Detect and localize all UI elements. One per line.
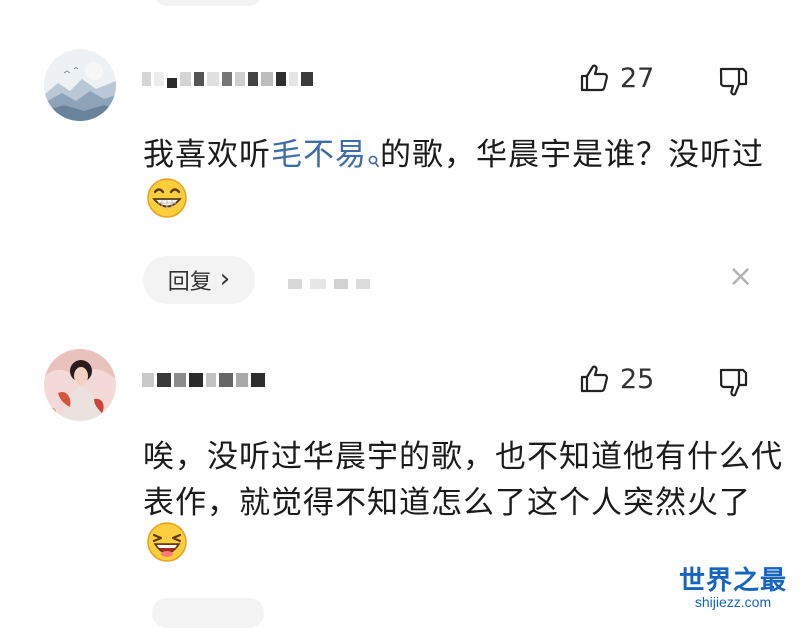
comment-text: 唉，没听过华晨宇的歌，也不知道他有什么代表作，就觉得不知道怎么了这个人突然火了 bbox=[143, 434, 783, 577]
thumbs-down-icon bbox=[719, 67, 748, 96]
watermark: 世界之最 shijiezz.com bbox=[678, 560, 788, 610]
like-button[interactable]: 27 bbox=[578, 62, 654, 94]
reply-meta-blurred bbox=[288, 279, 370, 289]
avatar[interactable] bbox=[44, 49, 116, 121]
reply-button[interactable]: 回复 › bbox=[143, 256, 255, 304]
thumbs-down-icon bbox=[719, 368, 748, 397]
comment-text: 我喜欢听毛不易 的歌，华晨宇是谁？没听过 bbox=[143, 132, 783, 233]
dislike-button[interactable] bbox=[718, 367, 750, 399]
next-reply-pill[interactable] bbox=[152, 598, 264, 628]
thumbs-up-icon bbox=[580, 365, 609, 393]
dislike-button[interactable] bbox=[718, 66, 750, 98]
like-button[interactable]: 25 bbox=[578, 363, 654, 395]
portrait-avatar-image bbox=[44, 349, 116, 421]
username-blurred[interactable] bbox=[142, 369, 265, 391]
like-count: 27 bbox=[620, 62, 655, 94]
laugh-emoji-icon bbox=[145, 520, 189, 577]
comment-text-part: 唉，没听过华晨宇的歌，也不知道他有什么代表作，就觉得不知道怎么了这个人突然火了 bbox=[143, 439, 783, 521]
landscape-avatar-image bbox=[44, 49, 116, 121]
comment-text-part: 的歌，华晨宇是谁？没听过 bbox=[380, 137, 764, 173]
watermark-title: 世界之最 bbox=[678, 565, 787, 595]
grin-emoji-icon bbox=[145, 176, 189, 233]
thumbs-up-icon bbox=[580, 64, 609, 92]
chevron-right-icon: › bbox=[219, 263, 231, 294]
like-count: 25 bbox=[620, 363, 655, 395]
reply-label: 回复 bbox=[167, 270, 212, 295]
search-icon[interactable] bbox=[368, 136, 380, 182]
search-link[interactable]: 毛不易 bbox=[271, 137, 367, 173]
close-icon[interactable]: × bbox=[728, 262, 753, 292]
previous-reply-pill[interactable] bbox=[152, 0, 264, 6]
username-blurred[interactable] bbox=[142, 68, 313, 90]
avatar[interactable] bbox=[44, 349, 116, 421]
comment-text-part: 我喜欢听 bbox=[143, 137, 271, 173]
